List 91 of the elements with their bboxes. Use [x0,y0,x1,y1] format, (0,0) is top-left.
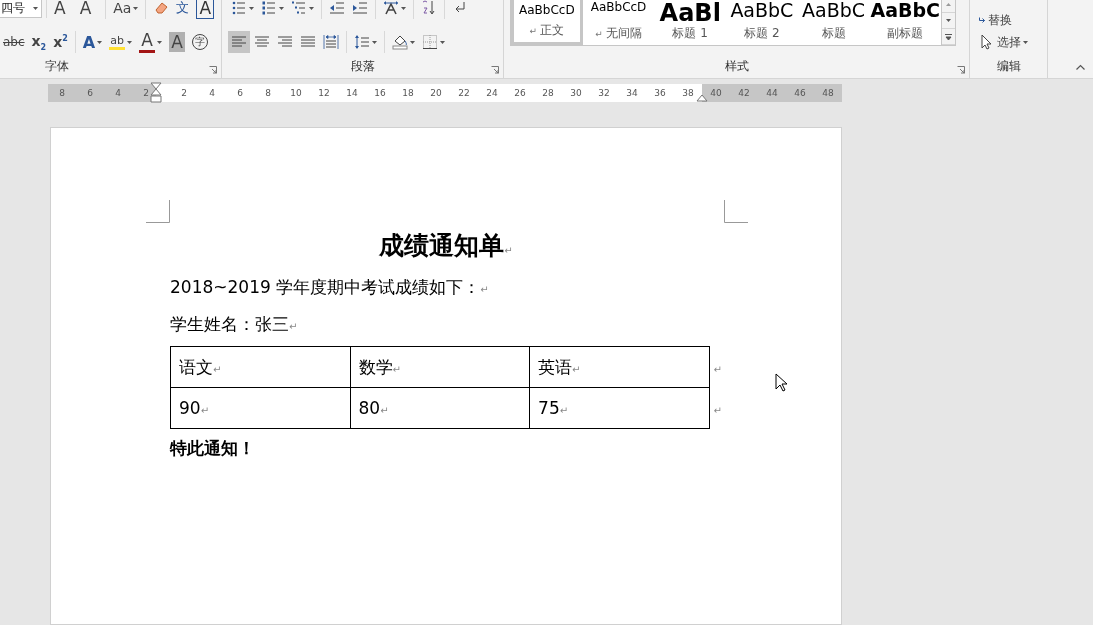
row-end-mark: ↵ [709,387,723,429]
font-size-field[interactable]: 四号 [0,0,42,18]
highlight-button[interactable]: ab [106,31,136,53]
select-button[interactable]: 选择 [976,32,1041,52]
phonetic-button[interactable]: 文 [173,0,193,19]
text-effect-button[interactable]: A [79,31,106,53]
align-center-icon [254,34,270,50]
justify-icon [300,34,316,50]
change-case-button[interactable]: Aa [110,0,142,19]
subscript-button[interactable]: x$_{2}$ [28,31,50,53]
margin-corner-icon [724,200,748,223]
ruler-number: 48 [821,88,835,98]
dialog-launcher-icon[interactable] [957,66,965,74]
ruler-number: 40 [709,88,723,98]
ruler-number: 46 [793,88,807,98]
table-cell: 90↵ [170,387,351,429]
table-cell: 数学↵ [350,346,530,388]
ruler-number: 20 [429,88,443,98]
ruler-number: 42 [737,88,751,98]
up-icon [946,3,952,6]
multilevel-icon [291,0,307,16]
collapse-ribbon-icon[interactable] [1076,64,1085,70]
more-icon [945,33,953,40]
more-button[interactable] [942,29,955,45]
down-icon [946,19,952,22]
indent-icon [352,0,368,16]
row-end-mark: ↵ [709,346,723,388]
dialog-launcher-icon[interactable] [209,66,217,74]
ruler-number: 30 [569,88,583,98]
char-shading-button[interactable]: A [166,31,188,53]
ruler-number: 34 [625,88,639,98]
numbering-icon [261,0,277,16]
ruler-number: 8 [58,88,66,98]
paragraph: 2018~2019 学年度期中考试成绩如下：↵ [170,276,490,299]
bullets-icon [231,0,247,16]
ruler-number: 24 [485,88,499,98]
ruler-number: 36 [653,88,667,98]
line-spacing-icon [354,34,370,50]
replace-button[interactable]: 替换 [976,10,1041,30]
ruler-number: 14 [345,88,359,98]
ruler-number: 38 [681,88,695,98]
asian-layout-icon [383,0,399,16]
group-label: 样式 [723,58,750,75]
replace-arrow-icon [979,16,986,24]
dialog-launcher-icon[interactable] [491,66,499,74]
ruler-number: 2 [142,88,150,98]
document-title: 成绩通知单↵ [378,230,514,262]
ruler-number: 26 [513,88,527,98]
paragraph: 学生姓名：张三↵ [170,313,299,336]
shading-icon [392,34,408,50]
borders-icon [422,34,438,50]
ruler-number: 28 [541,88,555,98]
align-left-icon [231,34,247,50]
ruler-number: 6 [236,88,244,98]
ruler-number: 44 [765,88,779,98]
group-label: 段落 [349,58,376,75]
group-label: 编辑 [995,58,1022,75]
table-cell: 80↵ [350,387,530,429]
mouse-pointer-icon [775,373,788,392]
table-cell: 75↵ [529,387,710,429]
ruler-number: 2 [180,88,188,98]
font-color-button[interactable]: A [136,31,166,53]
ruler-number: 18 [401,88,415,98]
ruler-number: 8 [264,88,272,98]
outdent-icon [329,0,345,16]
ruler-number: 4 [208,88,216,98]
table-cell: 英语↵ [529,346,710,388]
caret-icon [33,6,38,10]
ruler-number: 10 [289,88,303,98]
table-cell: 语文↵ [170,346,351,388]
ruler-number: 6 [86,88,94,98]
clear-format-icon [153,0,170,16]
grow-font-button[interactable]: A [51,0,76,19]
superscript-button[interactable]: x$^{2}$ [50,31,71,53]
style-item[interactable]: AaBbCcD ↵ 正文 [511,0,583,45]
closing-text: 特此通知！ [170,437,256,460]
group-label: 字体 [45,58,69,75]
scroll-up-button[interactable] [942,0,955,13]
ruler-number: 22 [457,88,471,98]
ruler-number: 16 [373,88,387,98]
ruler-number: 32 [597,88,611,98]
strikethrough-button[interactable]: abc [0,31,28,53]
shrink-font-button[interactable]: A [76,0,102,19]
ruler-number: 12 [317,88,331,98]
ruler-number: 4 [114,88,122,98]
align-left-button[interactable] [228,31,250,53]
margin-corner-icon [146,200,170,223]
distribute-icon [323,34,339,50]
scroll-down-button[interactable] [942,13,955,29]
align-right-icon [277,34,293,50]
sort-icon [421,0,437,16]
